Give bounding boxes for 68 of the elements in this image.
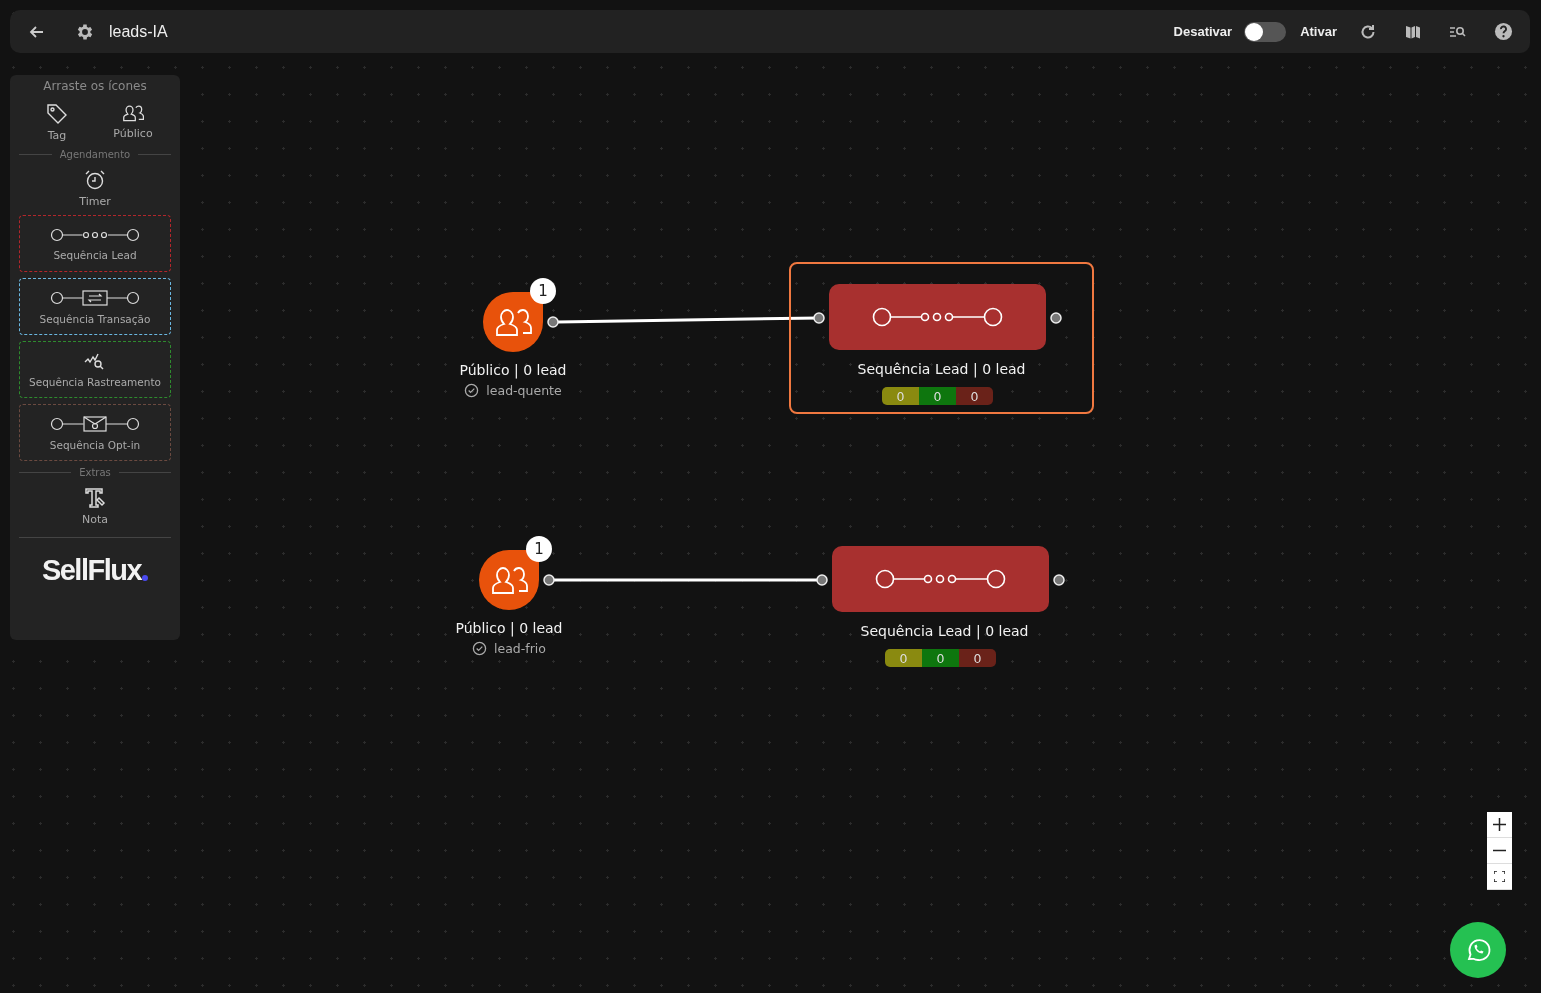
status-count: 0 bbox=[882, 387, 919, 405]
check-circle-icon bbox=[464, 383, 480, 398]
plus-icon bbox=[1493, 818, 1506, 831]
palette-item-label: Público bbox=[113, 127, 153, 140]
sequence-node-frame[interactable]: Sequência Lead | 0 lead 0 0 0 bbox=[789, 262, 1094, 414]
node-label: Público | 0 lead bbox=[454, 620, 564, 636]
status-count: 0 bbox=[919, 387, 956, 405]
output-port[interactable] bbox=[547, 316, 559, 328]
chart-search-icon bbox=[84, 351, 106, 370]
section-label: Agendamento bbox=[59, 149, 131, 160]
palette-item-label: Timer bbox=[79, 195, 111, 208]
palette-item[interactable]: Sequência Rastreamento bbox=[19, 341, 171, 398]
status-count: 0 bbox=[922, 649, 959, 667]
tag-icon bbox=[46, 103, 68, 125]
sequence-node[interactable] bbox=[832, 546, 1049, 612]
chat-bubble-phone-icon bbox=[1465, 937, 1491, 963]
palette-item[interactable]: Nota bbox=[19, 487, 171, 533]
sequence-icon bbox=[873, 567, 1008, 591]
palette-heading: Arraste os ícones bbox=[43, 79, 147, 93]
envelope-sequence-icon bbox=[50, 414, 140, 433]
activation-toggle[interactable] bbox=[1244, 21, 1287, 42]
palette-item-label: Sequência Rastreamento bbox=[29, 375, 161, 388]
count-badge: 1 bbox=[526, 536, 552, 562]
palette-item[interactable]: Sequência Lead bbox=[19, 215, 171, 272]
node-label: Sequência Lead | 0 lead bbox=[856, 361, 1027, 377]
palette-item-label: Tag bbox=[47, 129, 67, 142]
tag-name: lead-frio bbox=[494, 641, 546, 656]
palette-item[interactable]: Timer bbox=[19, 169, 171, 215]
chat-button[interactable] bbox=[1450, 922, 1506, 978]
transfer-sequence-icon bbox=[50, 288, 140, 307]
people-icon bbox=[490, 565, 528, 595]
refresh-icon[interactable] bbox=[1359, 22, 1377, 41]
output-port[interactable] bbox=[1053, 574, 1065, 586]
people-icon bbox=[122, 103, 144, 123]
text-pen-icon bbox=[84, 487, 106, 509]
palette-item[interactable]: Público bbox=[95, 103, 171, 149]
alarm-clock-icon bbox=[84, 169, 106, 191]
help-icon[interactable] bbox=[1494, 22, 1513, 41]
node-label: Sequência Lead | 0 lead bbox=[859, 623, 1030, 639]
people-icon bbox=[494, 307, 532, 337]
node-label: Público | 0 lead bbox=[458, 362, 568, 378]
output-port[interactable] bbox=[543, 574, 555, 586]
input-port[interactable] bbox=[813, 312, 825, 324]
brand-logo: SellFlux bbox=[41, 554, 149, 587]
palette-item-label: Sequência Opt-in bbox=[49, 438, 141, 451]
palette-item[interactable]: Sequência Transação bbox=[19, 278, 171, 335]
sequence-icon bbox=[870, 305, 1005, 329]
input-port[interactable] bbox=[816, 574, 828, 586]
toggle-on-label: Ativar bbox=[1300, 24, 1337, 39]
check-circle-icon bbox=[472, 641, 488, 656]
fullscreen-icon bbox=[1494, 871, 1505, 882]
sequence-icon bbox=[50, 226, 140, 243]
status-count: 0 bbox=[885, 649, 922, 667]
toggle-off-label: Desativar bbox=[1173, 24, 1233, 39]
palette-item-label: Sequência Transação bbox=[39, 312, 151, 325]
status-count: 0 bbox=[956, 387, 993, 405]
palette-item-label: Sequência Lead bbox=[53, 248, 137, 261]
palette-item[interactable]: Tag bbox=[19, 103, 95, 149]
count-badge: 1 bbox=[530, 278, 556, 304]
palette-item-label: Nota bbox=[82, 513, 108, 526]
tag-name: lead-quente bbox=[486, 383, 562, 398]
output-port[interactable] bbox=[1050, 312, 1062, 324]
section-label: Extras bbox=[79, 467, 111, 478]
sequence-node[interactable] bbox=[829, 284, 1046, 350]
status-count: 0 bbox=[959, 649, 996, 667]
flow-title: leads-IA bbox=[109, 22, 168, 41]
sequence-node-frame[interactable]: Sequência Lead | 0 lead 0 0 0 bbox=[792, 524, 1097, 676]
palette-item[interactable]: Sequência Opt-in bbox=[19, 404, 171, 461]
